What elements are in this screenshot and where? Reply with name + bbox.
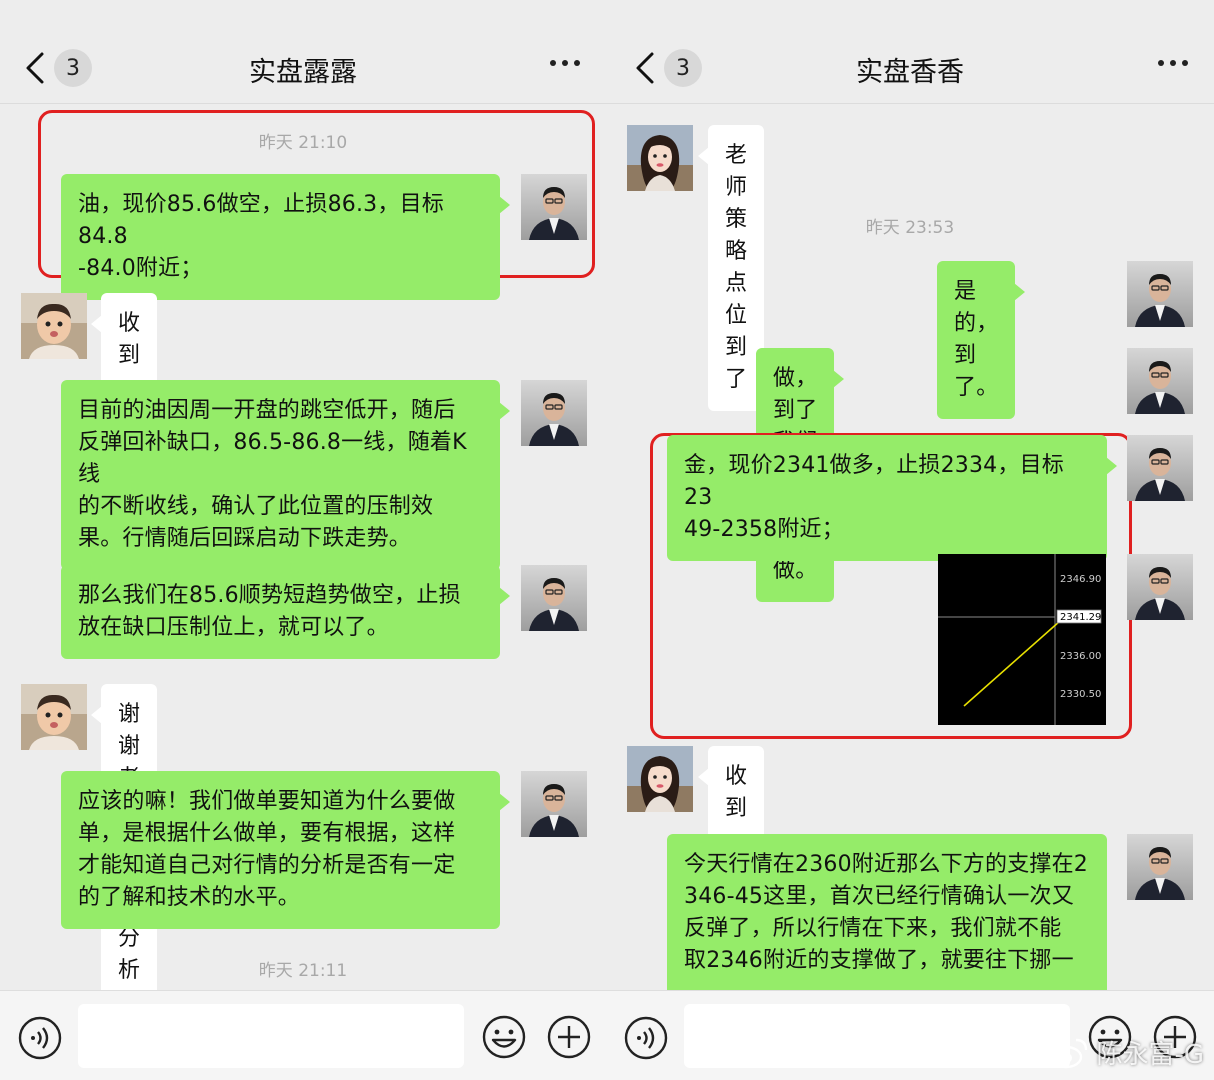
- avatar[interactable]: [1127, 435, 1193, 501]
- chat-title: 实盘香香: [856, 57, 964, 88]
- message-bubble[interactable]: 收到: [90, 293, 158, 387]
- message-input[interactable]: [78, 1004, 464, 1068]
- message-text: 金，现价2341做多，止损2334，目标23 49-2358附近；: [684, 453, 1064, 542]
- message-text: 收到: [118, 311, 141, 368]
- message-text: 是的，到了。: [954, 279, 999, 400]
- current-price-label: 2341.29: [1060, 612, 1101, 623]
- input-bar: [0, 990, 606, 1080]
- price-chart-image[interactable]: 2346.90 2341.29 2336.00 2330.50: [938, 554, 1106, 725]
- message-bubble[interactable]: 收到: [697, 746, 765, 840]
- message-text: 油，现价85.6做空，止损86.3，目标84.8 -84.0附近；: [78, 192, 444, 281]
- avatar[interactable]: [1127, 261, 1193, 327]
- message-bubble[interactable]: 那么我们在85.6顺势短趋势做空，止损 放在缺口压制位上，就可以了。: [61, 565, 510, 659]
- message-text: 目前的油因周一开盘的跳空低开，随后 反弹回补缺口，86.5-86.8一线，随着K…: [78, 398, 467, 551]
- avatar[interactable]: [627, 746, 693, 812]
- voice-icon[interactable]: [624, 1016, 668, 1060]
- price-axis-label: 2336.00: [1060, 651, 1101, 662]
- avatar[interactable]: [21, 684, 87, 750]
- more-dots-icon[interactable]: [1158, 60, 1188, 66]
- avatar[interactable]: [21, 293, 87, 359]
- chat-header: 3 实盘香香: [606, 0, 1214, 104]
- message-bubble[interactable]: 是的，到了。: [937, 261, 1026, 419]
- avatar[interactable]: [1127, 554, 1193, 620]
- chat-title: 实盘露露: [249, 57, 357, 88]
- message-timestamp: 昨天 23:53: [865, 218, 955, 238]
- avatar[interactable]: [521, 380, 587, 446]
- avatar[interactable]: [1127, 348, 1193, 414]
- message-bubble[interactable]: 目前的油因周一开盘的跳空低开，随后 反弹回补缺口，86.5-86.8一线，随着K…: [61, 380, 510, 570]
- avatar[interactable]: [521, 565, 587, 631]
- chat-pane-left: 3 实盘露露 昨天 21:10 油，现价85.6做空，止损86.3，目标84.8…: [0, 0, 606, 1080]
- message-text: 应该的嘛！我们做单要知道为什么要做 单，是根据什么做单，要有根据，这样 才能知道…: [78, 789, 456, 910]
- message-timestamp: 昨天 21:11: [258, 961, 348, 981]
- chat-pane-right: 3 实盘香香 老师策略点位到了 昨天 23:53 是的，到了。 做，到了我们研判…: [606, 0, 1214, 1080]
- message-text: 收到: [725, 764, 748, 821]
- message-timestamp: 昨天 21:10: [258, 133, 348, 153]
- message-text: 那么我们在85.6顺势短趋势做空，止损 放在缺口压制位上，就可以了。: [78, 583, 461, 640]
- message-bubble[interactable]: 应该的嘛！我们做单要知道为什么要做 单，是根据什么做单，要有根据，这样 才能知道…: [61, 771, 510, 929]
- avatar[interactable]: [521, 771, 587, 837]
- avatar[interactable]: [521, 174, 587, 240]
- message-text: 今天行情在2360附近那么下方的支撑在2 346-45这里，首次已经行情确认一次…: [684, 852, 1088, 973]
- message-input[interactable]: [684, 1004, 1070, 1068]
- message-bubble[interactable]: 金，现价2341做多，止损2334，目标23 49-2358附近；: [667, 435, 1117, 561]
- message-text: 老师策略点位到了: [725, 143, 748, 392]
- voice-icon[interactable]: [18, 1016, 62, 1060]
- more-dots-icon[interactable]: [550, 60, 580, 66]
- chat-header: 3 实盘露露: [0, 0, 606, 104]
- avatar[interactable]: [627, 125, 693, 191]
- avatar[interactable]: [1127, 834, 1193, 900]
- weibo-icon: [1050, 1038, 1088, 1068]
- message-bubble[interactable]: 油，现价85.6做空，止损86.3，目标84.8 -84.0附近；: [61, 174, 510, 300]
- plus-icon[interactable]: [547, 1015, 591, 1059]
- watermark: 陈永富-G: [1048, 1034, 1204, 1071]
- price-axis-label: 2346.90: [1060, 574, 1101, 585]
- emoji-icon[interactable]: [482, 1015, 526, 1059]
- message-bubble[interactable]: 今天行情在2360附近那么下方的支撑在2 346-45这里，首次已经行情确认一次…: [667, 834, 1107, 990]
- watermark-text: 陈永富-G: [1096, 1040, 1204, 1070]
- price-axis-label: 2330.50: [1060, 689, 1101, 700]
